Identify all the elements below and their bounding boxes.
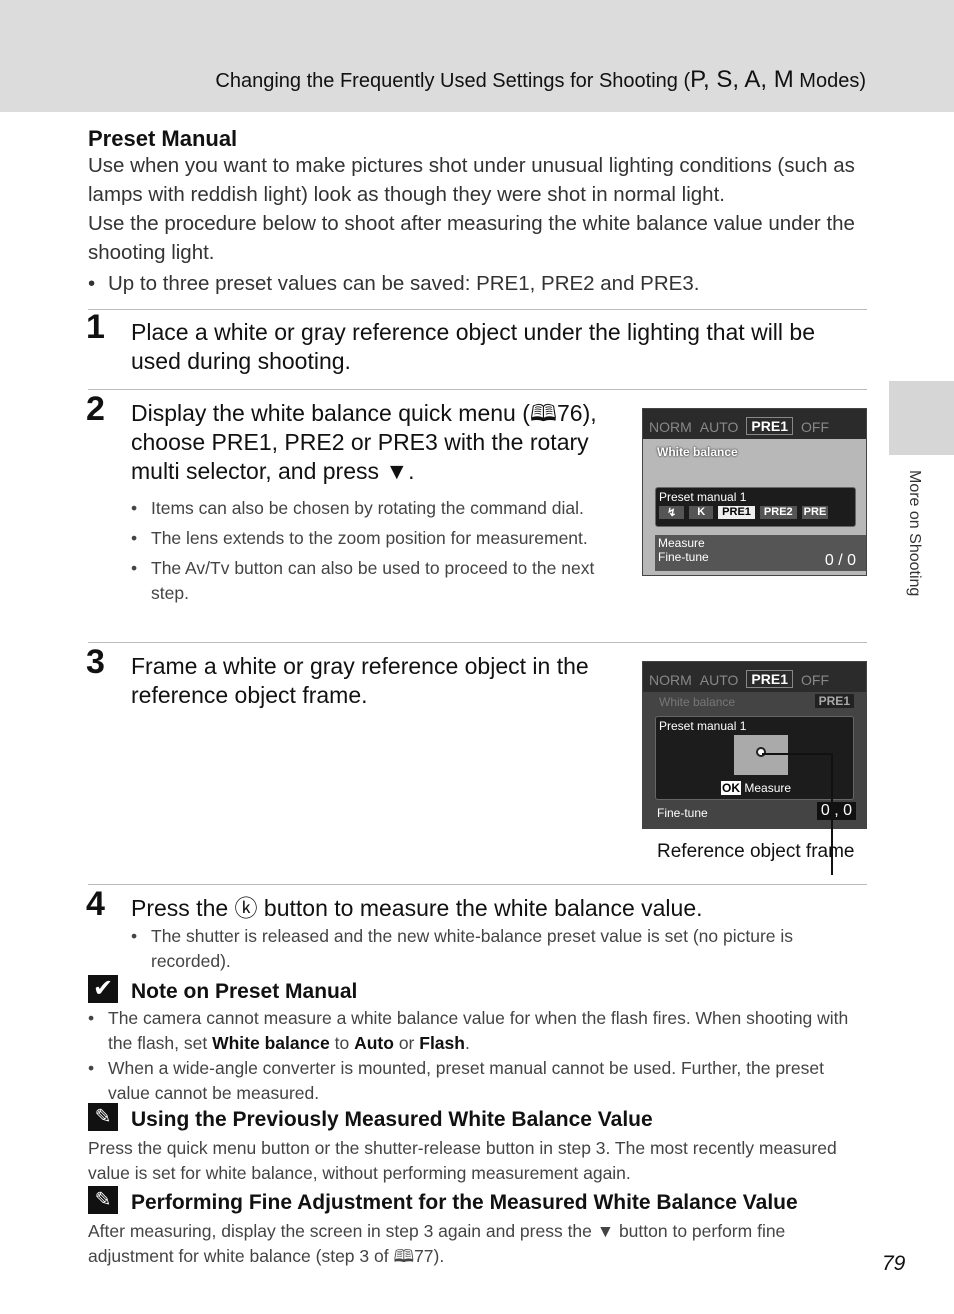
camera-screen-measure: NORM AUTO PRE1 OFF White balance PRE1 Preset… — [642, 661, 867, 829]
callout-line — [762, 753, 832, 755]
divider — [88, 309, 867, 310]
note-title: Performing Fine Adjustment for the Measu… — [131, 1191, 798, 1214]
bullet: When a wide-angle converter is mounted, … — [88, 1056, 868, 1106]
step-text: Display the white balance quick menu (🕮7… — [131, 400, 597, 484]
side-tab — [889, 381, 954, 455]
section-title: Preset Manual — [88, 126, 238, 151]
step-number: 3 — [86, 643, 105, 681]
check-icon: ✔ — [88, 975, 118, 1003]
note-title: Note on Preset Manual — [131, 980, 358, 1003]
divider — [88, 389, 867, 390]
bullet: The camera cannot measure a white balanc… — [88, 1006, 868, 1056]
bullet: The shutter is released and the new whit… — [131, 924, 861, 974]
step-text: Frame a white or gray reference object i… — [131, 653, 589, 708]
bullet: Up to three preset values can be saved: … — [88, 269, 868, 298]
intro: Use when you want to make pictures shot … — [88, 151, 868, 298]
divider — [88, 884, 867, 885]
page-header — [0, 0, 954, 112]
paragraph: Use the procedure below to shoot after m… — [88, 212, 855, 264]
header-title: Changing the Frequently Used Settings fo… — [215, 66, 866, 93]
page-number: 79 — [882, 1252, 906, 1275]
bullet: Items can also be chosen by rotating the… — [131, 496, 621, 521]
step-number: 2 — [86, 390, 105, 428]
divider — [88, 642, 867, 643]
step-text: Place a white or gray reference object u… — [131, 319, 816, 374]
note-text: After measuring, display the screen in s… — [88, 1221, 786, 1266]
pencil-icon: ✎ — [88, 1186, 118, 1214]
note-text: Press the quick menu button or the shutt… — [88, 1138, 837, 1183]
note-title: Using the Previously Measured White Bala… — [131, 1108, 653, 1131]
camera-screen-wb-menu: NORM AUTO PRE1 OFF White balance Preset man… — [642, 408, 867, 576]
step-number: 1 — [86, 308, 105, 346]
paragraph: Use when you want to make pictures shot … — [88, 154, 855, 206]
step-text: Press the ⓚ button to measure the white … — [131, 895, 703, 921]
pencil-icon: ✎ — [88, 1103, 118, 1131]
step-number: 4 — [86, 885, 105, 923]
side-tab-label: More on Shooting — [906, 470, 923, 597]
callout-label: Reference object frame — [657, 841, 855, 862]
screen-title: White balance — [657, 445, 738, 459]
preset-label: Preset manual 1 — [659, 490, 747, 504]
bullet: The Av/Tv button can also be used to pro… — [131, 556, 621, 606]
bullet: The lens extends to the zoom position fo… — [131, 526, 621, 551]
